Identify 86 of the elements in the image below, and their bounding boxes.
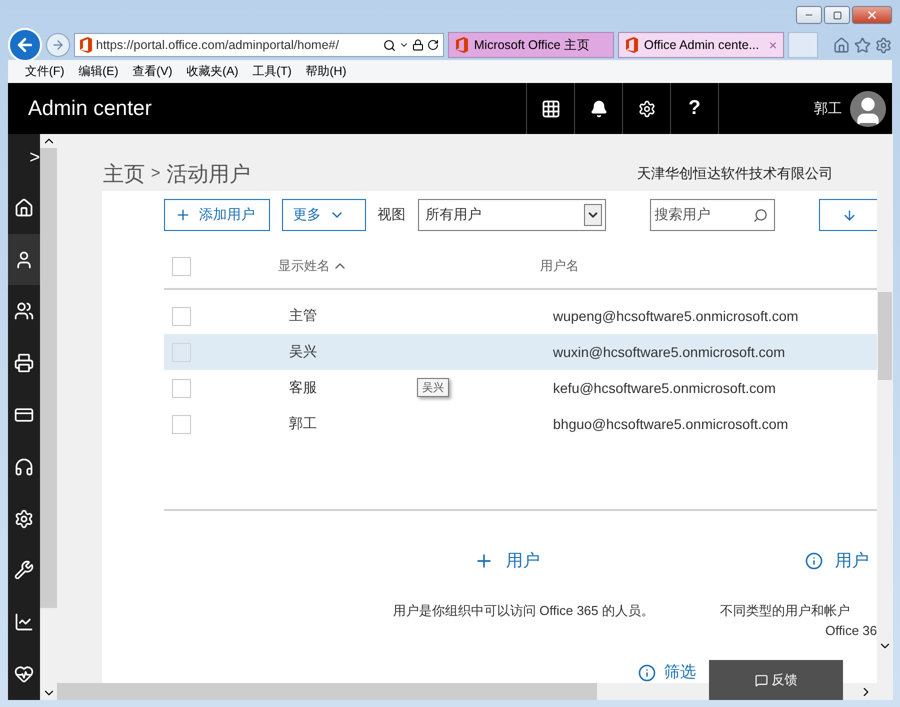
settings-icon <box>14 508 34 529</box>
info-text: 用户是你组织中可以访问 Office 365 的人员。 <box>392 602 654 620</box>
avatar[interactable] <box>850 90 886 126</box>
back-button[interactable] <box>8 28 42 62</box>
menu-item[interactable]: 收藏夹(A) <box>179 63 246 80</box>
name-cell: 吴兴 <box>289 343 317 361</box>
feedback-button[interactable]: 反馈 <box>709 660 843 700</box>
tab-close-button[interactable]: × <box>768 37 777 53</box>
name-tooltip: 吴兴 <box>417 378 449 397</box>
table-row[interactable]: 客服 吴兴 kefu@hcsoftware5.onmicrosoft.com <box>164 370 877 406</box>
close-button[interactable] <box>852 6 892 24</box>
home-icon <box>14 198 34 218</box>
plus-icon <box>175 207 191 223</box>
maximize-icon <box>832 10 842 20</box>
message-icon <box>754 674 768 686</box>
wrench-icon <box>14 560 34 580</box>
table-row[interactable]: 郭工 bhguo@hcsoftware5.onmicrosoft.com <box>164 406 877 442</box>
email-cell: wupeng@hcsoftware5.onmicrosoft.com <box>553 308 798 324</box>
scrollbar-thumb[interactable] <box>57 683 597 700</box>
email-cell: kefu@hcsoftware5.onmicrosoft.com <box>553 380 776 396</box>
filter-link[interactable]: 筛选 <box>638 662 696 683</box>
browser-tab[interactable]: Microsoft Office 主页 <box>448 32 614 58</box>
sidebar-item[interactable] <box>8 234 40 286</box>
app-title: Admin center <box>27 96 153 120</box>
page-title: 活动用户 <box>166 162 250 188</box>
menu-item[interactable]: 文件(F) <box>18 63 72 80</box>
lock-icon <box>412 39 424 51</box>
office-logo-icon <box>625 37 639 53</box>
view-dropdown[interactable]: 所有用户 <box>418 199 606 231</box>
email-cell: wuxin@hcsoftware5.onmicrosoft.com <box>553 344 786 360</box>
close-icon <box>866 9 878 21</box>
info-link[interactable]: 用户 <box>474 549 540 572</box>
settings-icon <box>638 100 656 118</box>
search-icon <box>752 208 768 222</box>
info-link[interactable]: 用户 <box>805 549 869 572</box>
table-row[interactable]: 主管 wupeng@hcsoftware5.onmicrosoft.com <box>164 298 877 334</box>
office-logo-icon <box>455 37 469 53</box>
breadcrumb-separator: > <box>151 164 160 182</box>
name-cell: 客服 <box>289 379 317 397</box>
users-icon <box>14 301 34 322</box>
arrow-down-icon <box>842 208 857 222</box>
column-header[interactable]: 用户名 <box>540 257 579 275</box>
maximize-button[interactable] <box>824 6 850 24</box>
company-name: 天津华创恒达软件技术有限公司 <box>637 164 833 182</box>
arrow-right-icon <box>51 38 65 52</box>
select-all-checkbox[interactable] <box>172 256 191 276</box>
search-field[interactable]: 搜索用户 <box>650 199 775 231</box>
view-label: 视图 <box>378 206 406 224</box>
home-icon[interactable] <box>833 36 850 54</box>
printer-icon <box>14 353 34 374</box>
bell-icon <box>590 100 608 118</box>
star-icon[interactable] <box>854 36 871 54</box>
column-header[interactable]: 显示姓名 <box>278 257 348 275</box>
grid-icon <box>540 98 560 118</box>
name-cell: 主管 <box>289 307 317 325</box>
forward-button[interactable] <box>46 33 70 57</box>
settings-icon[interactable] <box>875 36 892 54</box>
address-bar[interactable]: https://portal.office.com/adminportal/home#/ <box>74 33 444 57</box>
email-cell: bhguo@hcsoftware5.onmicrosoft.com <box>553 416 788 432</box>
name-cell: 郭工 <box>289 415 317 433</box>
row-checkbox[interactable] <box>172 414 191 434</box>
menu-item[interactable]: 编辑(E) <box>71 63 126 80</box>
menu-item[interactable]: 工具(T) <box>245 63 299 80</box>
refresh-icon <box>427 39 439 51</box>
menu-item[interactable]: 帮助(H) <box>298 63 354 80</box>
info-text: 不同类型的用户和帐户 <box>720 602 850 620</box>
menu-item[interactable]: 查看(V) <box>125 63 180 80</box>
info-text: Office 36 <box>825 623 877 638</box>
minimize-button[interactable] <box>796 6 822 24</box>
row-checkbox[interactable] <box>172 378 191 398</box>
office-logo-icon <box>79 37 93 53</box>
row-checkbox[interactable] <box>172 342 191 362</box>
info-icon <box>638 664 656 682</box>
more-button[interactable]: 更多 <box>282 199 366 231</box>
table-row[interactable]: 吴兴 wuxin@hcsoftware5.onmicrosoft.com <box>164 334 877 370</box>
heart-icon <box>14 664 34 684</box>
search-icon <box>383 38 396 52</box>
info-icon <box>805 552 823 570</box>
add-user-button[interactable]: 添加用户 <box>164 199 270 231</box>
user-name: 郭工 <box>814 100 842 118</box>
row-checkbox[interactable] <box>172 306 191 326</box>
breadcrumb-link[interactable]: 主页 <box>103 160 145 188</box>
chart-icon <box>14 612 34 632</box>
headset-icon <box>14 456 34 477</box>
scrollbar-thumb[interactable] <box>878 292 892 380</box>
browser-tab[interactable]: Office Admin cente... × <box>618 32 784 58</box>
